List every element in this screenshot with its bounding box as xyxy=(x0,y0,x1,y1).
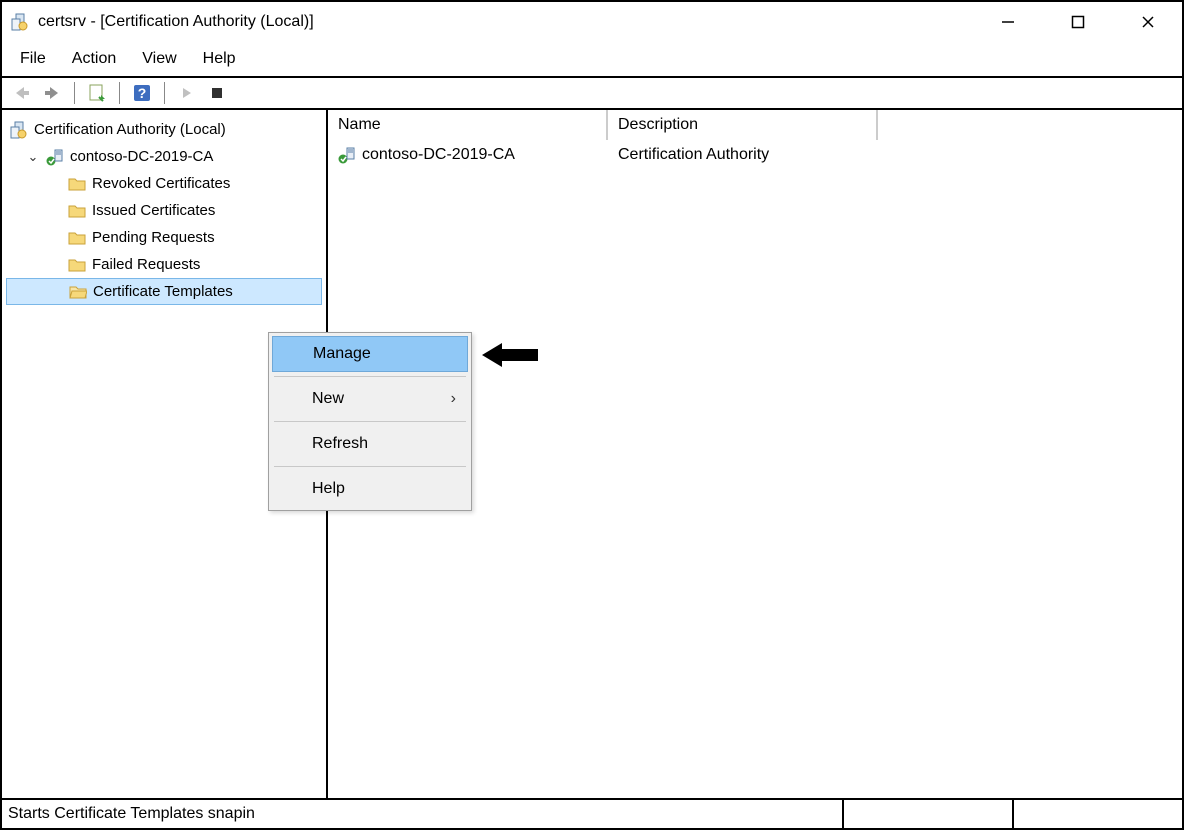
list-header: Name Description xyxy=(328,110,1182,140)
tree-ca-label: contoso-DC-2019-CA xyxy=(70,148,213,165)
tree-root[interactable]: Certification Authority (Local) xyxy=(6,116,322,143)
toolbar-sep xyxy=(164,82,165,104)
maximize-button[interactable] xyxy=(1058,7,1098,37)
folder-icon xyxy=(68,229,86,247)
folder-icon xyxy=(68,202,86,220)
server-check-icon xyxy=(338,146,356,164)
list-row[interactable]: contoso-DC-2019-CA Certification Authori… xyxy=(328,140,1182,170)
menu-help[interactable]: Help xyxy=(199,46,240,72)
context-sep xyxy=(274,376,466,377)
status-text: Starts Certificate Templates snapin xyxy=(2,805,842,823)
tree-item-label: Certificate Templates xyxy=(93,283,233,300)
tree-ca-node[interactable]: ⌄ contoso-DC-2019-CA xyxy=(6,143,322,170)
tree-item-label: Failed Requests xyxy=(92,256,200,273)
row-desc: Certification Authority xyxy=(618,146,769,164)
status-cell-2 xyxy=(842,800,1012,828)
arrow-annotation xyxy=(482,340,538,370)
help-button[interactable]: ? xyxy=(130,81,154,105)
tree-item-revoked[interactable]: Revoked Certificates xyxy=(6,170,322,197)
context-manage[interactable]: Manage xyxy=(272,336,468,372)
toolbar-sep xyxy=(119,82,120,104)
tree-item-label: Issued Certificates xyxy=(92,202,215,219)
body: Certification Authority (Local) ⌄ contos… xyxy=(2,110,1182,798)
forward-button[interactable] xyxy=(40,81,64,105)
context-refresh[interactable]: Refresh xyxy=(272,426,468,462)
statusbar: Starts Certificate Templates snapin xyxy=(2,798,1182,828)
context-menu: Manage New Refresh Help xyxy=(268,332,472,511)
context-sep xyxy=(274,421,466,422)
play-button[interactable] xyxy=(175,81,199,105)
back-button[interactable] xyxy=(10,81,34,105)
tree-item-label: Pending Requests xyxy=(92,229,215,246)
refresh-snapin-button[interactable] xyxy=(85,81,109,105)
context-refresh-label: Refresh xyxy=(312,435,368,453)
context-new-label: New xyxy=(312,390,344,408)
app-window: certsrv - [Certification Authority (Loca… xyxy=(0,0,1184,830)
tree-item-label: Revoked Certificates xyxy=(92,175,230,192)
menu-action[interactable]: Action xyxy=(68,46,120,72)
collapse-icon[interactable]: ⌄ xyxy=(26,149,40,165)
column-name-label: Name xyxy=(338,116,381,134)
svg-text:?: ? xyxy=(138,85,147,101)
minimize-button[interactable] xyxy=(988,7,1028,37)
ca-root-icon xyxy=(10,121,28,139)
row-name: contoso-DC-2019-CA xyxy=(362,146,515,164)
context-sep xyxy=(274,466,466,467)
close-button[interactable] xyxy=(1128,7,1168,37)
titlebar: certsrv - [Certification Authority (Loca… xyxy=(2,2,1182,42)
tree-item-templates[interactable]: Certificate Templates xyxy=(6,278,322,305)
context-manage-label: Manage xyxy=(313,345,371,363)
status-cell-3 xyxy=(1012,800,1182,828)
context-help-label: Help xyxy=(312,480,345,498)
context-help[interactable]: Help xyxy=(272,471,468,507)
server-check-icon xyxy=(46,148,64,166)
app-icon xyxy=(10,12,30,32)
window-title: certsrv - [Certification Authority (Loca… xyxy=(38,13,314,31)
tree-root-label: Certification Authority (Local) xyxy=(34,121,226,138)
tree-item-failed[interactable]: Failed Requests xyxy=(6,251,322,278)
column-name[interactable]: Name xyxy=(328,110,608,140)
menu-file[interactable]: File xyxy=(16,46,50,72)
stop-button[interactable] xyxy=(205,81,229,105)
toolbar: ? xyxy=(2,76,1182,110)
tree-item-issued[interactable]: Issued Certificates xyxy=(6,197,322,224)
menubar: File Action View Help xyxy=(2,42,1182,76)
folder-icon xyxy=(68,256,86,274)
folder-icon xyxy=(68,175,86,193)
tree-item-pending[interactable]: Pending Requests xyxy=(6,224,322,251)
column-description[interactable]: Description xyxy=(608,110,878,140)
menu-view[interactable]: View xyxy=(138,46,180,72)
column-desc-label: Description xyxy=(618,116,698,134)
context-new[interactable]: New xyxy=(272,381,468,417)
toolbar-sep xyxy=(74,82,75,104)
folder-open-icon xyxy=(69,283,87,301)
